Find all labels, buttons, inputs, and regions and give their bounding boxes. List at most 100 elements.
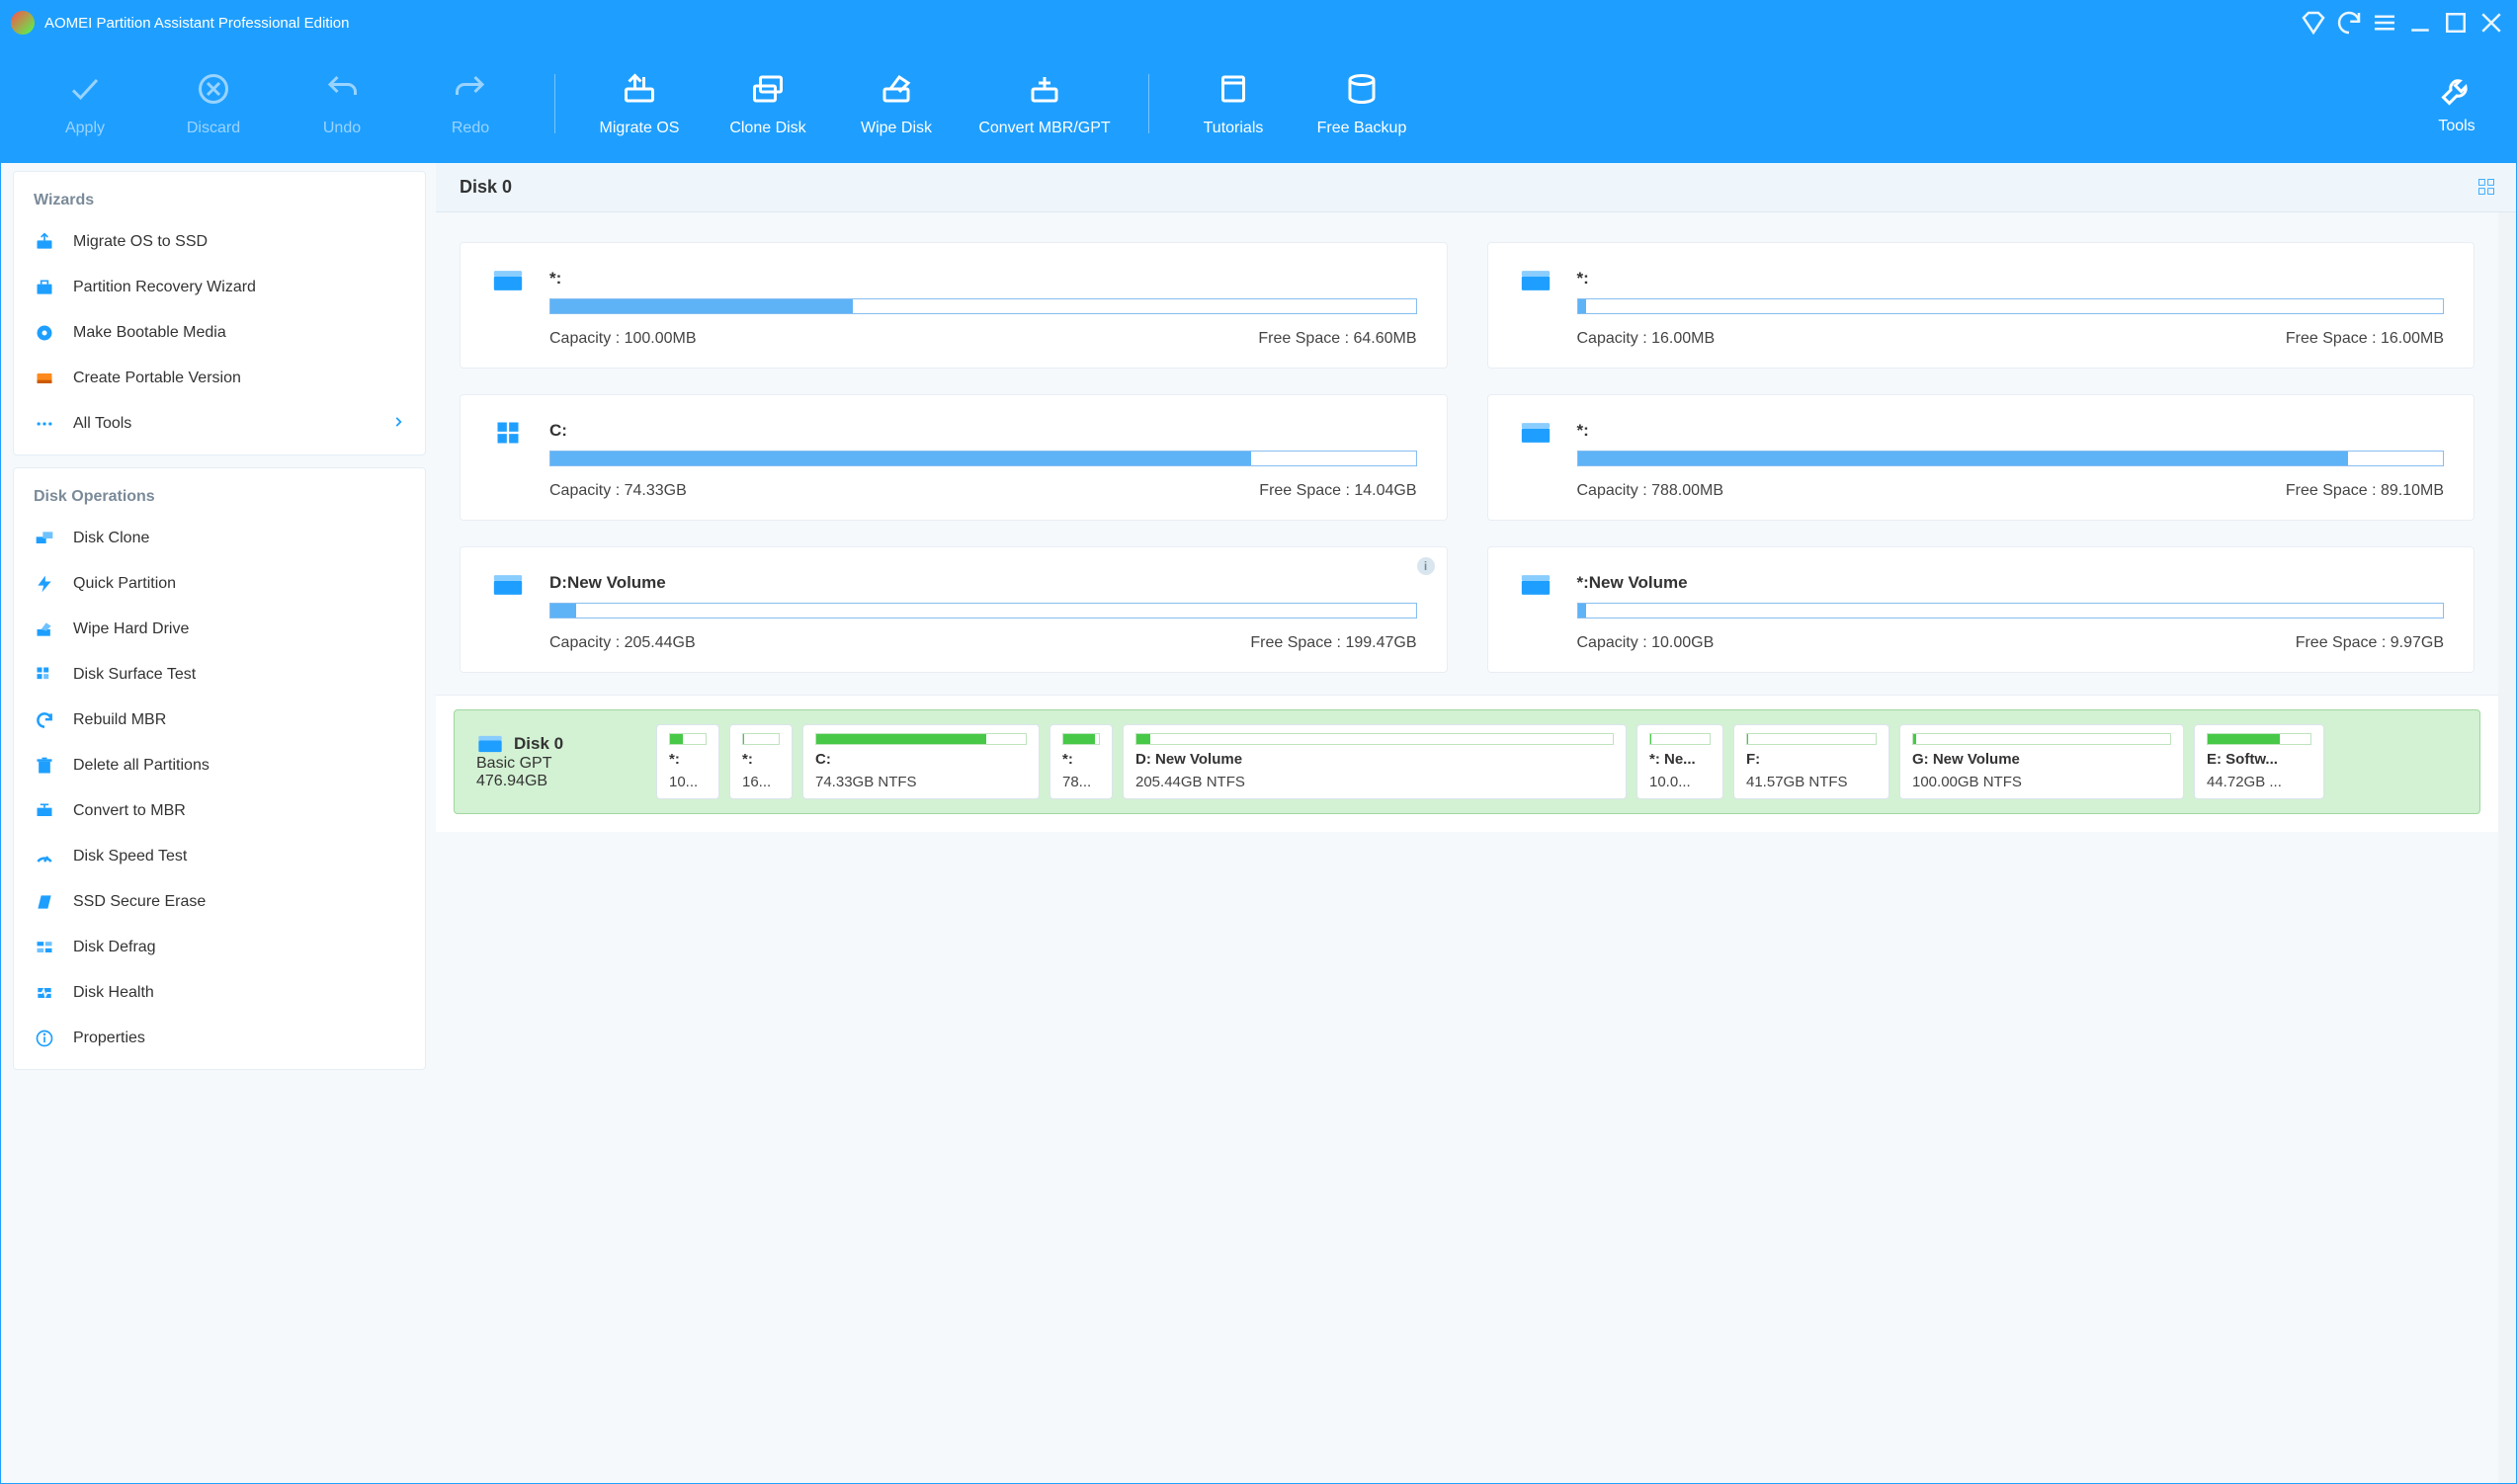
sidebar-item-rebuild-mbr[interactable]: Rebuild MBR [14,698,425,743]
maximize-icon[interactable] [2441,8,2471,38]
disk-operations-panel: Disk Operations Disk Clone Quick Partitio… [13,467,426,1070]
disk-map-partition[interactable]: *: 78... [1049,724,1113,799]
refresh-icon[interactable] [2334,8,2364,38]
migrate-ssd-icon [34,231,55,253]
windows-icon [490,419,526,447]
sidebar-item-label: Make Bootable Media [73,324,226,342]
partition-cards-area: *: Capacity : 100.00MB Free Space : 64.6… [436,212,2498,683]
sidebar-item-label: Disk Surface Test [73,666,196,684]
sidebar-item-wipe-hard[interactable]: Wipe Hard Drive [14,607,425,652]
sidebar-item-migrate-ssd[interactable]: Migrate OS to SSD [14,219,425,265]
undo-button: Undo [278,54,406,153]
menu-icon[interactable] [2370,8,2399,38]
disk-map-area: Disk 0 Basic GPT 476.94GB *: 10... *: 16… [436,695,2498,832]
titlebar: AOMEI Partition Assistant Professional E… [1,1,2516,44]
disk-map-partition[interactable]: C: 74.33GB NTFS [802,724,1040,799]
clone-disk-button[interactable]: Clone Disk [704,54,832,153]
minimize-icon[interactable] [2405,8,2435,38]
sidebar-item-label: Rebuild MBR [73,711,166,729]
disk-map-partition-size: 41.57GB NTFS [1746,774,1877,790]
defrag-icon [34,937,55,958]
info-badge-icon[interactable]: i [1417,557,1435,575]
disk-map-disk-info[interactable]: Disk 0 Basic GPT 476.94GB [468,724,646,799]
sidebar-item-label: Properties [73,1030,145,1047]
properties-icon [34,1028,55,1049]
tools-button[interactable]: Tools [2417,72,2496,135]
usage-bar [1577,451,2445,466]
sidebar-item-label: Disk Defrag [73,939,156,956]
partition-capacity: Capacity : 74.33GB [549,482,687,500]
disk-operations-header: Disk Operations [14,472,425,516]
disk-map-partition[interactable]: D: New Volume 205.44GB NTFS [1123,724,1627,799]
sidebar-item-bootable-media[interactable]: Make Bootable Media [14,310,425,356]
disk-map-partition[interactable]: *: 10... [656,724,719,799]
portable-icon [34,368,55,389]
partition-free: Free Space : 89.10MB [2286,482,2444,500]
chevron-right-icon [391,415,405,434]
sidebar-item-ssd-erase[interactable]: SSD Secure Erase [14,879,425,925]
sidebar-item-portable[interactable]: Create Portable Version [14,356,425,401]
sidebar-item-disk-clone[interactable]: Disk Clone [14,516,425,561]
usage-bar [549,451,1417,466]
wipe-disk-icon [879,71,914,110]
sidebar-item-label: Convert to MBR [73,802,186,820]
partition-card[interactable]: *: Capacity : 16.00MB Free Space : 16.00… [1487,242,2475,369]
wipe-disk-button[interactable]: Wipe Disk [832,54,961,153]
partition-capacity: Capacity : 205.44GB [549,634,696,652]
main: Disk 0 *: Capacity : 100.00MB Free Space… [436,163,2516,1483]
disk-map-partition[interactable]: E: Softw... 44.72GB ... [2194,724,2324,799]
sidebar-item-del-all[interactable]: Delete all Partitions [14,743,425,788]
disk-title: Disk 0 [460,177,512,198]
sidebar-item-label: Wipe Hard Drive [73,620,189,638]
partition-card[interactable]: C: Capacity : 74.33GB Free Space : 14.04… [460,394,1448,521]
sidebar-item-defrag[interactable]: Disk Defrag [14,925,425,970]
disk-map-partition-size: 10... [669,774,707,790]
convert-mbr-gpt-button[interactable]: Convert MBR/GPT [961,54,1129,153]
wizards-header: Wizards [14,176,425,219]
sidebar-item-surface-test[interactable]: Disk Surface Test [14,652,425,698]
toolbar-extra-group: Tutorials Free Backup [1169,54,1426,153]
partition-card[interactable]: D:New Volume Capacity : 205.44GB Free Sp… [460,546,1448,673]
disk-clone-icon [34,528,55,549]
convert-icon [1027,71,1062,110]
rebuild-mbr-icon [34,709,55,731]
disk-map-partition[interactable]: F: 41.57GB NTFS [1733,724,1889,799]
sidebar-item-health[interactable]: Disk Health [14,970,425,1016]
del-all-icon [34,755,55,777]
free-backup-button[interactable]: Free Backup [1298,54,1426,153]
vertical-scrollbar[interactable] [2498,212,2516,1483]
partition-free: Free Space : 9.97GB [2296,634,2444,652]
quick-part-icon [34,573,55,595]
close-icon[interactable] [2476,8,2506,38]
partition-card[interactable]: *: Capacity : 788.00MB Free Space : 89.1… [1487,394,2475,521]
disk-icon [1518,571,1553,599]
disk-map-partition[interactable]: *: Ne... 10.0... [1636,724,1723,799]
disk-map-partition[interactable]: G: New Volume 100.00GB NTFS [1899,724,2184,799]
disk-icon [1518,419,1553,447]
app-title: AOMEI Partition Assistant Professional E… [44,15,349,32]
disk-header: Disk 0 [436,163,2516,212]
partition-card[interactable]: *:New Volume Capacity : 10.00GB Free Spa… [1487,546,2475,673]
sidebar-item-quick-part[interactable]: Quick Partition [14,561,425,607]
app-window: AOMEI Partition Assistant Professional E… [0,0,2517,1484]
diamond-icon[interactable] [2299,8,2328,38]
view-toggle-button[interactable] [2473,173,2500,201]
partition-card[interactable]: *: Capacity : 100.00MB Free Space : 64.6… [460,242,1448,369]
sidebar-item-properties[interactable]: Properties [14,1016,425,1061]
partition-capacity: Capacity : 16.00MB [1577,330,1716,348]
disk-map-partition[interactable]: *: 16... [729,724,793,799]
disk-map-partition-size: 16... [742,774,780,790]
usage-bar [815,733,1027,745]
sidebar-item-part-recovery[interactable]: Partition Recovery Wizard [14,265,425,310]
usage-bar [742,733,780,745]
sidebar-item-label: Disk Clone [73,530,149,547]
disk-map-partition-size: 100.00GB NTFS [1912,774,2171,790]
partition-capacity: Capacity : 10.00GB [1577,634,1715,652]
sidebar-item-to-mbr[interactable]: Convert to MBR [14,788,425,834]
sidebar-item-all-tools[interactable]: All Tools [14,401,425,447]
toolbar-main-group: Migrate OS Clone Disk Wipe Disk Convert … [575,54,1129,153]
sidebar-item-speed-test[interactable]: Disk Speed Test [14,834,425,879]
tutorials-button[interactable]: Tutorials [1169,54,1298,153]
book-icon [1216,71,1251,110]
migrate-os-button[interactable]: Migrate OS [575,54,704,153]
